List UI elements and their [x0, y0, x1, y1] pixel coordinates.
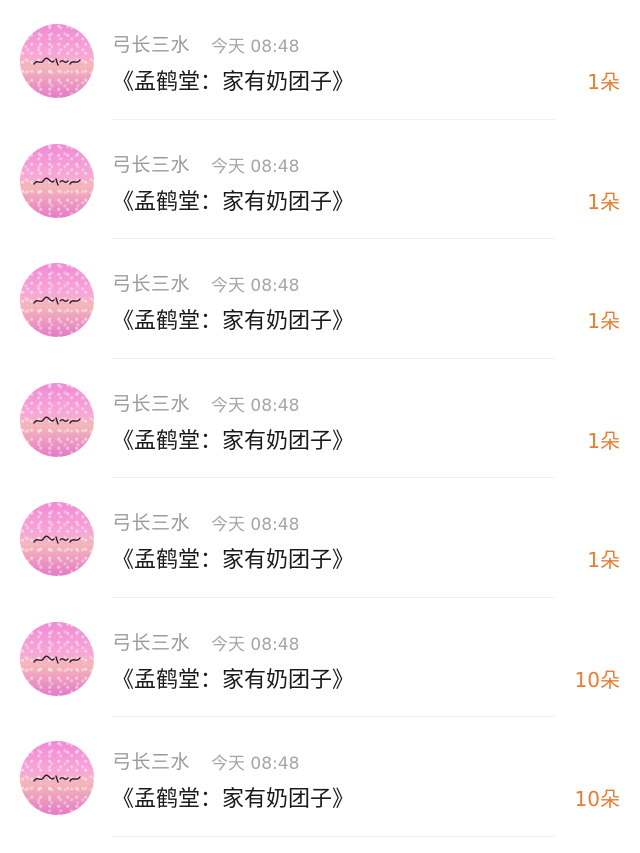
avatar[interactable] [20, 741, 94, 815]
avatar-signature-icon [33, 654, 81, 664]
message-time: 今天 08:48 [211, 634, 300, 655]
message-time: 今天 08:48 [211, 37, 300, 57]
avatar[interactable] [20, 143, 94, 218]
list-item[interactable]: 弓长三水 今天 08:48 《孟鹤堂：家有奶团子》 1朵 [0, 478, 640, 598]
list-item[interactable]: 弓长三水 今天 08:48 《孟鹤堂：家有奶团子》 1朵 [0, 0, 640, 120]
gift-message-list: 弓长三水 今天 08:48 《孟鹤堂：家有奶团子》 1朵 弓长三水 今天 08:… [0, 0, 640, 853]
work-title[interactable]: 《孟鹤堂：家有奶团子》 [112, 184, 354, 216]
work-title[interactable]: 《孟鹤堂：家有奶团子》 [112, 423, 354, 455]
sender-name[interactable]: 弓长三水 [112, 747, 190, 774]
avatar[interactable] [20, 382, 94, 457]
avatar[interactable] [20, 24, 94, 98]
avatar-signature-icon [33, 415, 81, 425]
work-title[interactable]: 《孟鹤堂：家有奶团子》 [112, 542, 354, 574]
message-time: 今天 08:48 [211, 156, 300, 177]
avatar-signature-icon [33, 774, 81, 783]
gift-amount: 1朵 [587, 70, 620, 94]
avatar-signature-icon [33, 176, 81, 186]
avatar-signature-icon [33, 535, 81, 544]
work-title[interactable]: 《孟鹤堂：家有奶团子》 [112, 781, 354, 813]
sender-name[interactable]: 弓长三水 [112, 150, 190, 177]
avatar[interactable] [20, 621, 94, 696]
message-time: 今天 08:48 [211, 276, 300, 296]
list-item[interactable]: 弓长三水 今天 08:48 《孟鹤堂：家有奶团子》 1朵 [0, 239, 640, 359]
sender-name[interactable]: 弓长三水 [112, 628, 190, 655]
avatar-signature-icon [33, 296, 81, 305]
avatar-signature-icon [33, 57, 81, 66]
work-title[interactable]: 《孟鹤堂：家有奶团子》 [112, 64, 354, 96]
avatar[interactable] [20, 502, 94, 576]
gift-amount: 10朵 [574, 787, 620, 811]
avatar[interactable] [20, 263, 94, 337]
message-time: 今天 08:48 [211, 395, 300, 416]
gift-amount: 1朵 [587, 428, 620, 453]
sender-name[interactable]: 弓长三水 [112, 269, 190, 296]
gift-amount: 1朵 [587, 548, 620, 572]
list-item[interactable]: 弓长三水 今天 08:48 《孟鹤堂：家有奶团子》 10朵 [0, 717, 640, 837]
sender-name[interactable]: 弓长三水 [112, 389, 190, 416]
gift-amount: 10朵 [574, 667, 620, 692]
sender-name[interactable]: 弓长三水 [112, 508, 190, 535]
work-title[interactable]: 《孟鹤堂：家有奶团子》 [112, 303, 354, 335]
gift-amount: 1朵 [587, 309, 620, 333]
list-item[interactable]: 弓长三水 今天 08:48 《孟鹤堂：家有奶团子》 1朵 [0, 120, 640, 240]
message-time: 今天 08:48 [211, 754, 300, 774]
gift-amount: 1朵 [587, 189, 620, 214]
sender-name[interactable]: 弓长三水 [112, 30, 190, 57]
list-item[interactable]: 弓长三水 今天 08:48 《孟鹤堂：家有奶团子》 10朵 [0, 598, 640, 718]
list-item[interactable]: 弓长三水 今天 08:48 《孟鹤堂：家有奶团子》 1朵 [0, 359, 640, 479]
work-title[interactable]: 《孟鹤堂：家有奶团子》 [112, 662, 354, 694]
message-time: 今天 08:48 [211, 515, 300, 535]
